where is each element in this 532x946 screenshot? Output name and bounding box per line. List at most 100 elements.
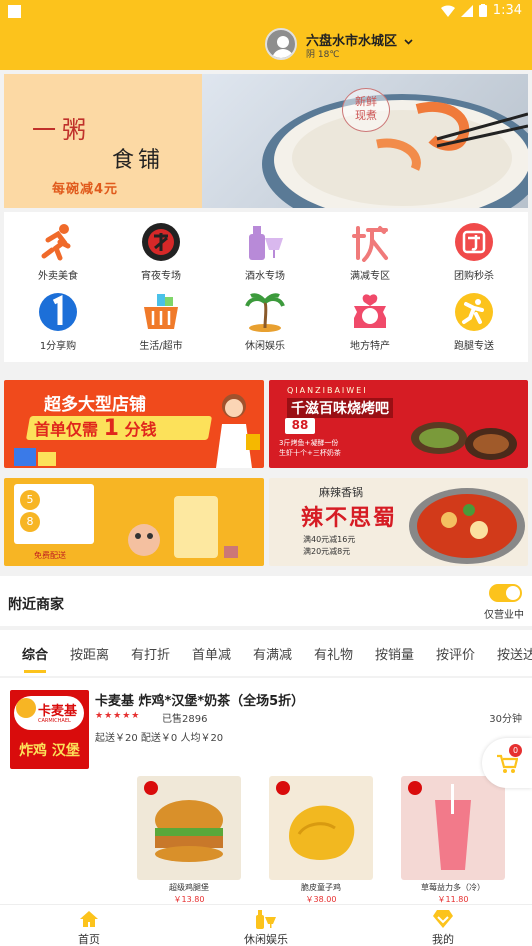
banner-title-1: 一粥 <box>32 116 92 144</box>
banner-image: 新鲜 现煮 <box>202 74 528 208</box>
product-name: 草莓益力多（冷） <box>421 883 485 892</box>
banner-tag: 新鲜 现煮 <box>342 88 390 132</box>
banner-promo: 每碗减4元 <box>52 182 119 197</box>
banner-tag-line1: 新鲜 <box>355 95 377 108</box>
banner-carousel[interactable]: 一粥 食铺 每碗减4元 新鲜 现煮 <box>4 74 528 208</box>
home-icon <box>80 911 98 927</box>
tab-sales[interactable]: 按销量 <box>375 644 414 663</box>
night-icon <box>141 222 181 262</box>
open-only-label: 仅营业中 <box>484 610 524 621</box>
category-item[interactable]: 生活/超市 <box>111 292 211 352</box>
promo-subline-a: 首单仅需 <box>34 420 99 439</box>
promo-card-bbq[interactable]: QIANZIBAIWEI 千滋百味烧烤吧 88 3斤烤鱼+凝酵一份 生虾十个+三… <box>269 380 528 468</box>
tab-delivery[interactable]: 按送达 <box>497 644 532 663</box>
promo-number: 1 <box>103 416 119 441</box>
logo-mascot <box>16 698 36 718</box>
logo-subtext: CARMICHAEL <box>38 718 71 724</box>
banner-tag-line2: 现煮 <box>355 109 377 122</box>
avatar[interactable] <box>265 28 297 60</box>
menu-card: 5 8 <box>14 484 94 544</box>
delivery-time: 30分钟 <box>489 714 522 725</box>
promo-bbq-line2: 生虾十个+三杯奶茶 <box>279 449 341 457</box>
tab-rating[interactable]: 按评价 <box>436 644 475 663</box>
tab-distance[interactable]: 按距离 <box>70 644 109 663</box>
drinks-nav-icon <box>256 910 276 929</box>
promo-tea-line: 免费配送 <box>34 551 66 560</box>
sold-count: 已售2896 <box>162 714 208 725</box>
app-header: 六盘水市水城区 阴 18℃ <box>0 24 532 70</box>
shop-logo: 卡麦基 CARMICHAEL 炸鸡 汉堡 <box>10 690 89 769</box>
category-item[interactable]: 酒水专场 <box>215 222 315 282</box>
category-item[interactable]: 地方特产 <box>320 292 420 352</box>
promo-headline: 超多大型店铺 <box>44 395 146 415</box>
banner-title-2: 食铺 <box>112 148 165 173</box>
product-image-chicken <box>269 776 373 880</box>
promo-card-spicy-pot[interactable]: 麻辣香锅 辣不思蜀 满40元减16元 满20元减8元 <box>269 478 528 566</box>
category-label: 团购秒杀 <box>454 271 494 282</box>
tab-gift[interactable]: 有礼物 <box>314 644 353 663</box>
nearby-header: 附近商家 仅营业中 <box>0 576 532 626</box>
nav-home[interactable]: 首页 <box>49 909 129 946</box>
promo-card-tea[interactable]: 5 8 免费配送 <box>4 478 264 566</box>
nearby-title: 附近商家 <box>8 597 64 613</box>
category-label: 外卖美食 <box>38 271 78 282</box>
logo-slogan: 炸鸡 汉堡 <box>19 743 80 759</box>
discount-icon <box>350 222 390 262</box>
milk-tea-illustration <box>128 496 238 558</box>
tab-discount[interactable]: 有打折 <box>131 644 170 663</box>
category-label: 生活/超市 <box>139 341 183 352</box>
cart-count-badge: 0 <box>509 744 522 757</box>
category-label: 休闲娱乐 <box>245 341 285 352</box>
promo-brand: QIANZIBAIWEI <box>287 386 368 395</box>
product-image-drink <box>401 776 505 880</box>
category-item[interactable]: 休闲娱乐 <box>215 292 315 352</box>
weather-text: 阴 18℃ <box>306 50 340 60</box>
shop-card[interactable]: 卡麦基 CARMICHAEL 炸鸡 汉堡 卡麦基 炸鸡*汉堡*奶茶（全场5折） … <box>0 678 532 904</box>
gift-box-illustration <box>14 448 56 466</box>
tab-full-reduction[interactable]: 有满减 <box>253 644 292 663</box>
shop-name: 卡麦基 炸鸡*汉堡*奶茶（全场5折） <box>95 694 305 709</box>
diamond-icon <box>433 910 453 928</box>
one-cent-icon <box>38 292 78 332</box>
tab-comprehensive[interactable]: 综合 <box>22 644 48 663</box>
product-card[interactable]: 草莓益力多（冷） ￥11.80 <box>401 776 505 905</box>
product-name: 脆皮童子鸡 <box>301 883 341 892</box>
signal-icon <box>460 4 473 17</box>
basket-icon <box>141 292 181 332</box>
bbq-dish-image <box>411 422 517 460</box>
cart-icon <box>497 754 518 773</box>
category-item[interactable]: 团购秒杀 <box>424 222 524 282</box>
category-item[interactable]: 宵夜专场 <box>111 222 211 282</box>
promo-card-first-order[interactable]: 超多大型店铺 首单仅需 1 分钱 <box>4 380 264 468</box>
product-image-burger <box>137 776 241 880</box>
category-item[interactable]: 1分享购 <box>8 292 108 352</box>
banner-text-panel: 一粥 食铺 每碗减4元 <box>4 74 204 208</box>
promo-bbq-title: 千滋百味烧烤吧 <box>287 398 393 418</box>
product-card[interactable]: 脆皮童子鸡 ￥38.00 <box>269 776 373 905</box>
shop-fees: 起送￥20 配送￥0 人均￥20 <box>95 733 224 744</box>
category-label: 满减专区 <box>350 271 390 282</box>
tab-first-order[interactable]: 首单减 <box>192 644 231 663</box>
nav-leisure[interactable]: 休闲娱乐 <box>226 909 306 946</box>
group-buy-icon <box>454 222 494 262</box>
category-label: 宵夜专场 <box>141 271 181 282</box>
nav-home-label: 首页 <box>78 933 100 946</box>
status-bar: 1:34 <box>0 0 532 24</box>
product-card[interactable]: 超级鸡腿堡 ￥13.80 <box>137 776 241 905</box>
category-item[interactable]: 跑腿专送 <box>424 292 524 352</box>
category-label: 跑腿专送 <box>454 341 494 352</box>
menu-badge-2: 8 <box>20 512 40 532</box>
runner-icon <box>38 222 78 262</box>
promo-pot-sub: 麻辣香锅 <box>319 486 363 499</box>
category-item[interactable]: 满减专区 <box>320 222 420 282</box>
nav-mine[interactable]: 我的 <box>403 909 483 946</box>
active-tab-indicator <box>24 670 46 673</box>
cart-button[interactable]: 0 <box>482 738 532 788</box>
wifi-icon <box>440 4 455 17</box>
promo-bbq-line1: 3斤烤鱼+凝酵一份 <box>279 439 339 447</box>
open-only-toggle[interactable] <box>489 584 522 602</box>
category-item[interactable]: 外卖美食 <box>8 222 108 282</box>
drinks-icon <box>245 222 285 262</box>
palm-icon <box>245 292 285 332</box>
chevron-down-icon <box>403 38 413 45</box>
